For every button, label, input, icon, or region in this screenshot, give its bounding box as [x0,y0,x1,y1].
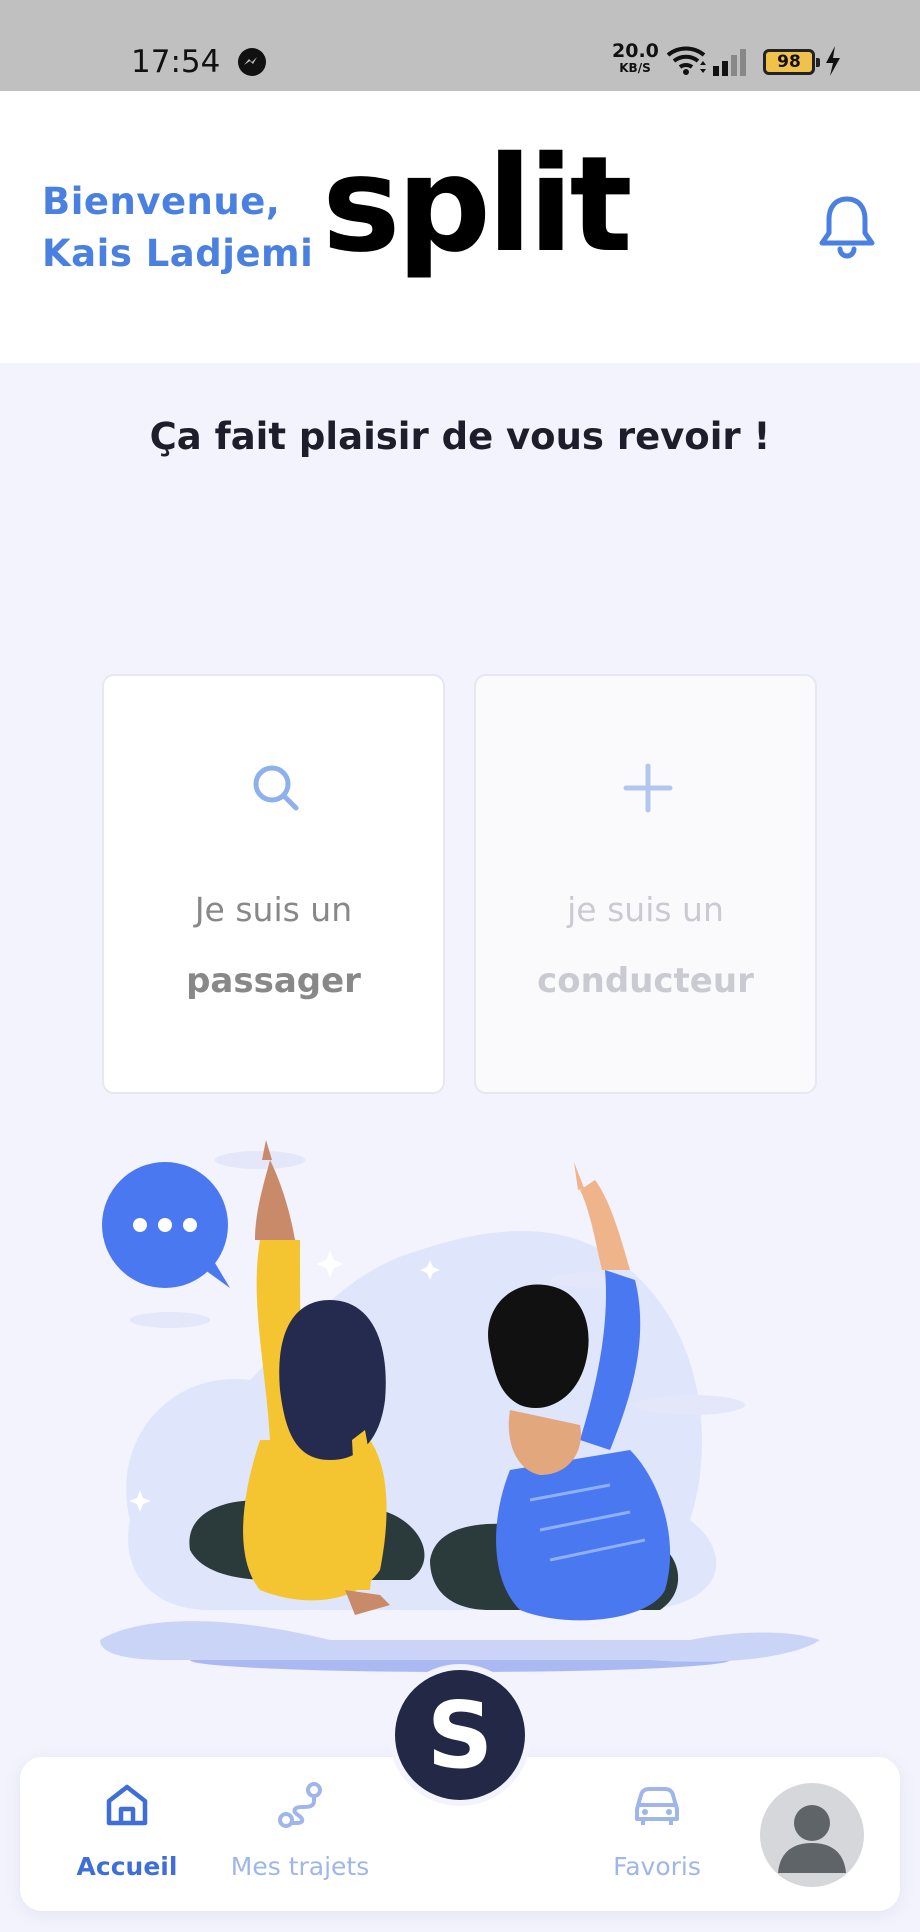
welcome-text: Bienvenue, Kais Ladjemi [42,176,313,280]
nav-label-favoris: Favoris [613,1852,701,1881]
nav-label-accueil: Accueil [76,1852,178,1881]
network-speed: 20.0 KB/S [612,40,659,75]
status-time: 17:54 [131,44,221,80]
welcome-illustration [100,1140,820,1672]
greeting-title: Ça fait plaisir de vous revoir ! [149,415,771,458]
app-header: Bienvenue, Kais Ladjemi split [0,91,920,363]
signal-icon [713,49,746,76]
status-bar: 17:54 20.0 KB/S 98 [0,0,920,91]
car-icon [635,1787,679,1825]
route-icon [278,1782,322,1828]
plus-icon [623,763,673,813]
app-logo: split [322,128,633,282]
charging-icon [826,46,840,76]
nav-item-favoris[interactable]: Favoris [567,1757,747,1911]
user-name: Kais Ladjemi [42,232,314,275]
chat-bubble-icon [102,1162,230,1288]
passenger-card-line1: Je suis un [194,890,353,929]
profile-silhouette-icon [778,1805,846,1873]
bell-icon[interactable] [816,193,878,259]
search-icon [253,765,299,811]
driver-card-line2: conducteur [537,961,754,1001]
battery-indicator: 98 [763,49,820,75]
messenger-icon [238,48,266,76]
nav-label-mes-trajets: Mes trajets [230,1852,370,1881]
home-icon [106,1784,148,1826]
nav-item-accueil[interactable]: Accueil [37,1757,217,1911]
welcome-line-1: Bienvenue, [42,180,281,223]
driver-card[interactable]: je suis un conducteur [474,674,817,1094]
nav-item-mes-trajets[interactable]: Mes trajets [210,1757,390,1911]
passenger-card-line2: passager [186,961,361,1001]
passenger-card[interactable]: Je suis un passager [102,674,445,1094]
wifi-icon [666,46,706,75]
driver-card-line1: je suis un [567,890,724,929]
center-s-button[interactable]: S [389,1664,531,1806]
avatar-icon[interactable] [760,1783,864,1887]
